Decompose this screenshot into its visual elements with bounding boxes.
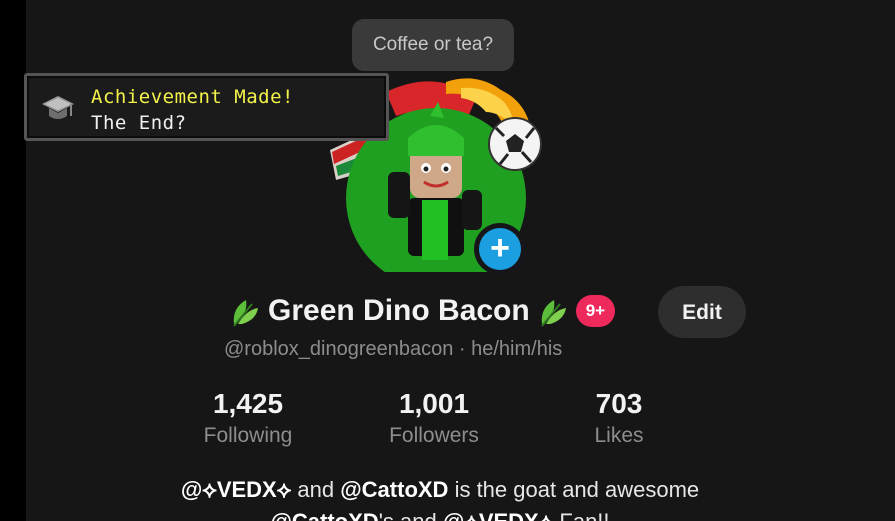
leaf-icon bbox=[540, 300, 566, 327]
achievement-toast: Achievement Made! The End? bbox=[24, 73, 389, 141]
bio-text: Fan!! bbox=[553, 509, 609, 521]
profile-screen: Coffee or tea? + Achievement Made! The E… bbox=[0, 0, 895, 521]
likes-count: 703 bbox=[595, 388, 643, 419]
notification-badge[interactable]: 9+ bbox=[575, 295, 616, 327]
bio-mention[interactable]: @⟡VEDX⟡ bbox=[181, 477, 291, 502]
following-count: 1,425 bbox=[212, 388, 284, 419]
followers-label: Followers bbox=[389, 424, 479, 447]
stat-likes[interactable]: 703 Likes bbox=[539, 386, 699, 450]
add-avatar-button[interactable]: + bbox=[474, 223, 526, 275]
followers-count: 1,001 bbox=[398, 388, 470, 419]
stat-following[interactable]: 1,425 Following bbox=[168, 386, 328, 450]
achievement-title: Achievement Made! bbox=[91, 86, 294, 108]
leaf-icon bbox=[233, 300, 258, 327]
bio: @⟡VEDX⟡ and @CattoXD is the goat and awe… bbox=[60, 474, 820, 521]
bio-text: and bbox=[291, 477, 341, 502]
graduation-cap-icon bbox=[42, 96, 74, 119]
display-name: Green Dino Bacon bbox=[268, 294, 530, 327]
following-label: Following bbox=[203, 424, 293, 447]
username-pronouns: @roblox_dinogreenbacon · he/him/his bbox=[224, 338, 563, 360]
achievement-subtitle: The End? bbox=[91, 112, 187, 134]
bio-text: 's and bbox=[379, 509, 443, 521]
bio-text: is the goat and awesome bbox=[448, 477, 700, 502]
status-bubble[interactable]: Coffee or tea? bbox=[352, 19, 514, 71]
bio-mention[interactable]: @CattoXD bbox=[270, 509, 378, 521]
likes-label: Likes bbox=[594, 424, 644, 447]
plus-icon: + bbox=[479, 228, 521, 270]
bio-mention[interactable]: @CattoXD bbox=[340, 477, 448, 502]
bio-mention[interactable]: @⟡VEDX⟡ bbox=[443, 509, 553, 521]
name-row: Green Dino Bacon 9+ bbox=[228, 288, 616, 334]
edit-profile-button[interactable]: Edit bbox=[658, 286, 746, 338]
stat-followers[interactable]: 1,001 Followers bbox=[354, 386, 514, 450]
